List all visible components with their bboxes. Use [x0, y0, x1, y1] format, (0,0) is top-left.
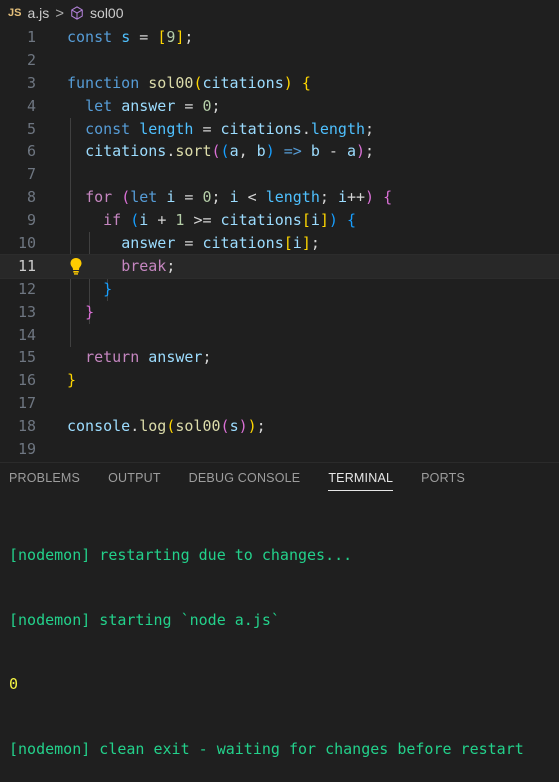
line-number: 15: [17, 348, 36, 367]
code-text: }: [85, 302, 95, 321]
breadcrumb: JS a.js > sol00: [0, 0, 559, 26]
tab-ports[interactable]: PORTS: [407, 463, 479, 499]
code-line: 5 const length = citations.length;: [0, 118, 559, 141]
breadcrumb-file[interactable]: a.js: [27, 5, 49, 21]
code-text: function sol00(citations) {: [67, 73, 311, 92]
code-line: 19: [0, 438, 559, 461]
line-number: 14: [17, 325, 36, 344]
code-text: if (i + 1 >= citations[i]) {: [103, 211, 356, 230]
code-line: 16}: [0, 369, 559, 392]
code-line: 14: [0, 324, 559, 347]
line-number: 12: [17, 279, 36, 298]
code-editor[interactable]: 1 const s = [9]; 2 3 function sol00(citati…: [0, 26, 559, 458]
code-text: return answer;: [85, 348, 212, 367]
line-number: 11: [17, 256, 36, 275]
code-text: const s = [9];: [67, 28, 194, 46]
terminal-line: 0: [9, 675, 19, 693]
line-number: 2: [26, 50, 36, 69]
code-line: 15 return answer;: [0, 346, 559, 369]
tab-output[interactable]: OUTPUT: [94, 463, 175, 499]
code-line: 12 }: [0, 278, 559, 301]
code-line: 9 if (i + 1 >= citations[i]) {: [0, 209, 559, 232]
line-number: 7: [26, 165, 36, 184]
line-number: 4: [26, 96, 36, 115]
line-number: 3: [26, 73, 36, 92]
code-line: 1 const s = [9];: [0, 26, 559, 49]
code-text: console.log(sol00(s));: [67, 417, 266, 436]
code-text: }: [67, 371, 77, 390]
code-line: 8 for (let i = 0; i < length; i++) {: [0, 186, 559, 209]
code-line: 17: [0, 392, 559, 415]
code-text: citations.sort((a, b) => b - a);: [85, 142, 375, 161]
code-line: 7: [0, 163, 559, 186]
code-line: 4 let answer = 0;: [0, 95, 559, 118]
code-text: break;: [121, 256, 176, 275]
js-file-icon: JS: [8, 7, 22, 19]
code-text: const length = citations.length;: [85, 119, 375, 138]
tab-debug-console[interactable]: DEBUG CONSOLE: [175, 463, 315, 499]
line-number: 6: [26, 142, 36, 161]
line-number: 19: [17, 440, 36, 459]
chevron-right-icon: >: [55, 4, 65, 22]
line-number: 17: [17, 394, 36, 413]
panel-tab-bar: PROBLEMS OUTPUT DEBUG CONSOLE TERMINAL P…: [0, 462, 559, 499]
code-text: for (let i = 0; i < length; i++) {: [85, 188, 393, 207]
terminal-output[interactable]: [nodemon] restarting due to changes... […: [9, 502, 559, 782]
line-number: 1: [26, 28, 36, 46]
terminal-line: [nodemon] starting `node a.js`: [9, 610, 280, 629]
code-line: 13 }: [0, 301, 559, 324]
line-number: 5: [26, 119, 36, 138]
code-line: 2: [0, 49, 559, 72]
code-line-active: 11 break;: [0, 253, 559, 279]
code-line: 3 function sol00(citations) {: [0, 72, 559, 95]
terminal-line: [nodemon] clean exit - waiting for chang…: [9, 739, 524, 758]
code-line: 18 console.log(sol00(s));: [0, 415, 559, 438]
line-number: 16: [17, 371, 36, 390]
symbol-method-icon: [71, 6, 83, 20]
code-text: let answer = 0;: [85, 96, 221, 115]
code-line: 6 citations.sort((a, b) => b - a);: [0, 140, 559, 163]
terminal-line: [nodemon] restarting due to changes...: [9, 546, 353, 564]
tab-problems[interactable]: PROBLEMS: [0, 463, 94, 499]
line-number: 18: [17, 417, 36, 436]
code-text: }: [103, 279, 113, 298]
line-number: 8: [26, 188, 36, 207]
line-number: 9: [26, 211, 36, 230]
line-number: 13: [17, 302, 36, 321]
breadcrumb-symbol[interactable]: sol00: [90, 5, 123, 21]
tab-terminal[interactable]: TERMINAL: [314, 463, 407, 499]
code-text: answer = citations[i];: [121, 234, 320, 253]
line-number: 10: [17, 234, 36, 253]
code-line: 10 answer = citations[i];: [0, 232, 559, 255]
